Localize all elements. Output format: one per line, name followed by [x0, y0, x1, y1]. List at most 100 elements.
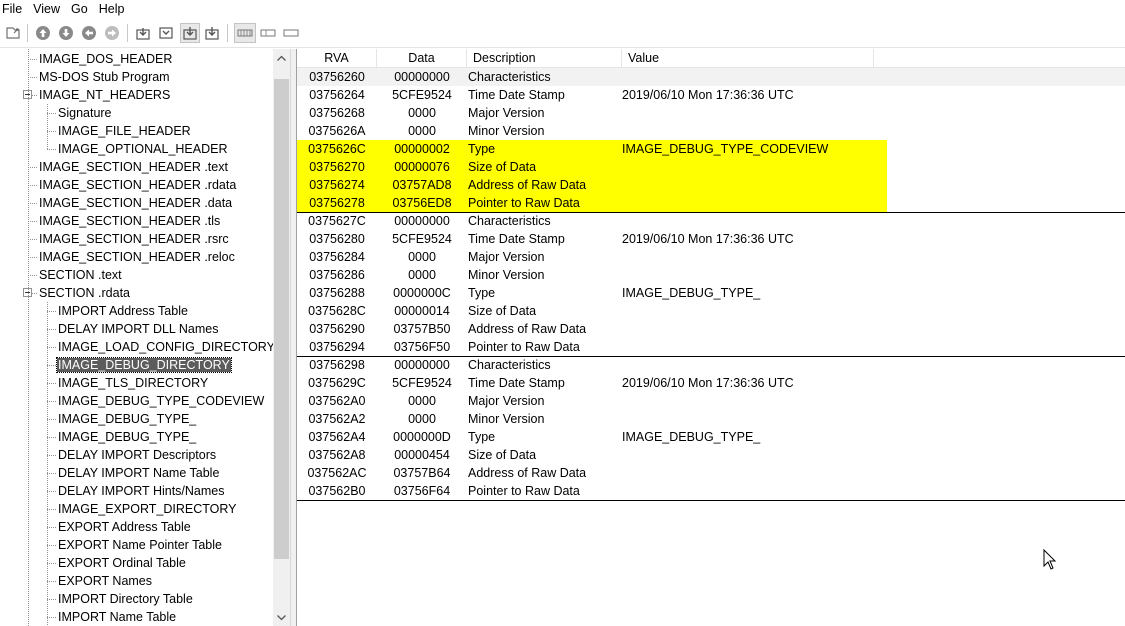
column-header-data[interactable]: Data [377, 49, 467, 68]
column-header-description[interactable]: Description [467, 49, 622, 68]
tree-item[interactable]: EXPORT Ordinal Table [58, 554, 186, 572]
table-row[interactable]: 037562AC 03757B64 Address of Raw Data [297, 464, 1125, 482]
table-row[interactable]: 03756290 03757B50 Address of Raw Data [297, 320, 1125, 338]
goto-next-icon[interactable] [202, 23, 222, 43]
scroll-down-icon[interactable] [273, 609, 290, 626]
column-header-value[interactable]: Value [622, 49, 874, 68]
tree-item[interactable]: IMAGE_DOS_HEADER [39, 50, 172, 68]
goto-prev-icon[interactable] [180, 23, 200, 43]
tree-item[interactable]: Signature [58, 104, 112, 122]
tree-item[interactable]: IMAGE_DEBUG_TYPE_CODEVIEW [58, 392, 264, 410]
tree-item-label: IMAGE_DOS_HEADER [39, 52, 173, 66]
tree-scrollbar[interactable] [273, 49, 290, 626]
tree-view[interactable]: IMAGE_DOS_HEADER MS-DOS Stub Program IMAGE… [0, 49, 290, 626]
tree-item[interactable]: IMPORT Address Table [58, 302, 188, 320]
tree-item[interactable]: IMAGE_DEBUG_TYPE_ [58, 428, 196, 446]
cell-data: 5CFE9524 [392, 232, 452, 246]
pane-splitter[interactable] [290, 49, 297, 626]
cell-rva: 037562A4 [308, 430, 366, 444]
tree-item[interactable]: IMAGE_OPTIONAL_HEADER [58, 140, 228, 158]
table-row[interactable]: 03756278 03756ED8 Pointer to Raw Data [297, 194, 887, 212]
tree-item[interactable]: IMAGE_NT_HEADERS [39, 86, 170, 104]
tree-item-label: IMAGE_SECTION_HEADER .reloc [39, 250, 235, 264]
menu-help[interactable]: Help [97, 0, 130, 19]
detail-table: RVA Data Description Value 03756260 00000… [297, 49, 1125, 626]
tree-item[interactable]: IMAGE_EXPORT_DIRECTORY [58, 500, 237, 518]
cell-data: 03756F64 [393, 484, 451, 498]
table-row[interactable]: 0375627C 00000000 Characteristics [297, 212, 1125, 230]
tree-item[interactable]: DELAY IMPORT Hints/Names [58, 482, 225, 500]
cell-data: 0000 [408, 394, 436, 408]
table-row[interactable]: 037562A8 00000454 Size of Data [297, 446, 1125, 464]
tree-item[interactable]: IMAGE_FILE_HEADER [58, 122, 191, 140]
table-row[interactable]: 03756298 00000000 Characteristics [297, 356, 1125, 374]
tree-item[interactable]: DELAY IMPORT Name Table [58, 464, 219, 482]
table-row[interactable]: 03756286 0000 Minor Version [297, 266, 1125, 284]
table-row[interactable]: 03756264 5CFE9524 Time Date Stamp 2019/06/1… [297, 86, 1125, 104]
table-row[interactable]: 03756268 0000 Major Version [297, 104, 1125, 122]
tree-item[interactable]: IMAGE_DEBUG_TYPE_ [58, 410, 196, 428]
table-row[interactable]: 037562A2 0000 Minor Version [297, 410, 1125, 428]
nav-up-icon[interactable] [33, 23, 53, 43]
tree-item[interactable]: EXPORT Name Pointer Table [58, 536, 222, 554]
tree-item-label: IMAGE_DEBUG_TYPE_ [58, 412, 197, 426]
goto-end-icon[interactable] [156, 23, 176, 43]
cell-rva: 03756264 [309, 88, 365, 102]
cell-description: Type [468, 286, 496, 300]
table-row[interactable]: 03756274 03757AD8 Address of Raw Data [297, 176, 887, 194]
view-hex-icon[interactable] [258, 23, 278, 43]
table-row[interactable]: 03756294 03756F50 Pointer to Raw Data [297, 338, 1125, 356]
tree-item[interactable]: IMAGE_LOAD_CONFIG_DIRECTORY [58, 338, 275, 356]
table-row[interactable]: 037562A0 0000 Major Version [297, 392, 1125, 410]
cell-rva: 03756294 [309, 340, 365, 354]
nav-forward-icon[interactable] [102, 23, 122, 43]
tree-item[interactable]: IMAGE_SECTION_HEADER .tls [39, 212, 220, 230]
table-row[interactable]: 0375628C 00000014 Size of Data [297, 302, 1125, 320]
table-row[interactable]: 03756288 0000000C Type IMAGE_DEBUG_TYPE_ [297, 284, 1125, 302]
tree-item[interactable]: IMPORT Directory Table [58, 590, 193, 608]
tree-item[interactable]: SECTION .text [39, 266, 122, 284]
menu-go[interactable]: Go [69, 0, 93, 19]
tree-item-label: IMAGE_FILE_HEADER [58, 124, 191, 138]
tree-item[interactable]: EXPORT Address Table [58, 518, 191, 536]
tree-item-label: IMAGE_TLS_DIRECTORY [58, 376, 209, 390]
column-header-rva[interactable]: RVA [297, 49, 377, 68]
menu-file[interactable]: File [0, 0, 27, 19]
tree-item[interactable]: MS-DOS Stub Program [39, 68, 170, 86]
table-row[interactable]: 0375626C 00000002 Type IMAGE_DEBUG_TYPE_COD… [297, 140, 887, 158]
scroll-up-icon[interactable] [273, 49, 290, 66]
tree-item-label: MS-DOS Stub Program [39, 70, 170, 84]
table-row[interactable]: 03756270 00000076 Size of Data [297, 158, 887, 176]
nav-back-icon[interactable] [79, 23, 99, 43]
mouse-cursor-icon [1043, 548, 1057, 574]
table-row[interactable]: 037562A4 0000000D Type IMAGE_DEBUG_TYPE_ [297, 428, 1125, 446]
tree-item[interactable]: DELAY IMPORT DLL Names [58, 320, 218, 338]
table-row[interactable]: 0375626A 0000 Minor Version [297, 122, 1125, 140]
table-row[interactable]: 03756284 0000 Major Version [297, 248, 1125, 266]
tree-item[interactable]: IMAGE_SECTION_HEADER .reloc [39, 248, 235, 266]
menu-view[interactable]: View [31, 0, 65, 19]
tree-item-label: DELAY IMPORT Descriptors [58, 448, 217, 462]
table-row[interactable]: 03756280 5CFE9524 Time Date Stamp 2019/06/1… [297, 230, 1125, 248]
tree-item[interactable]: IMAGE_SECTION_HEADER .rdata [39, 176, 236, 194]
nav-down-icon[interactable] [56, 23, 76, 43]
cell-rva: 03756280 [309, 232, 365, 246]
table-row[interactable]: 03756260 00000000 Characteristics [297, 68, 1125, 86]
tree-item[interactable]: IMAGE_SECTION_HEADER .rsrc [39, 230, 229, 248]
tree-item[interactable]: SECTION .rdata [39, 284, 130, 302]
goto-start-icon[interactable] [133, 23, 153, 43]
tree-item[interactable]: IMAGE_SECTION_HEADER .text [39, 158, 228, 176]
tree-item[interactable]: IMPORT Name Table [58, 608, 176, 626]
view-table-icon[interactable] [234, 23, 256, 43]
table-row[interactable]: 037562B0 03756F64 Pointer to Raw Data [297, 482, 1125, 500]
table-row[interactable]: 0375629C 5CFE9524 Time Date Stamp 2019/06/1… [297, 374, 1125, 392]
tree-item-label: IMAGE_NT_HEADERS [39, 88, 171, 102]
view-text-icon[interactable] [281, 23, 301, 43]
tree-item[interactable]: IMAGE_TLS_DIRECTORY [58, 374, 208, 392]
open-icon[interactable] [3, 23, 23, 43]
tree-scrollbar-thumb[interactable] [274, 79, 289, 559]
tree-item[interactable]: IMAGE_SECTION_HEADER .data [39, 194, 232, 212]
tree-item[interactable]: IMAGE_DEBUG_DIRECTORY [56, 356, 232, 374]
tree-item[interactable]: EXPORT Names [58, 572, 152, 590]
tree-item[interactable]: DELAY IMPORT Descriptors [58, 446, 216, 464]
